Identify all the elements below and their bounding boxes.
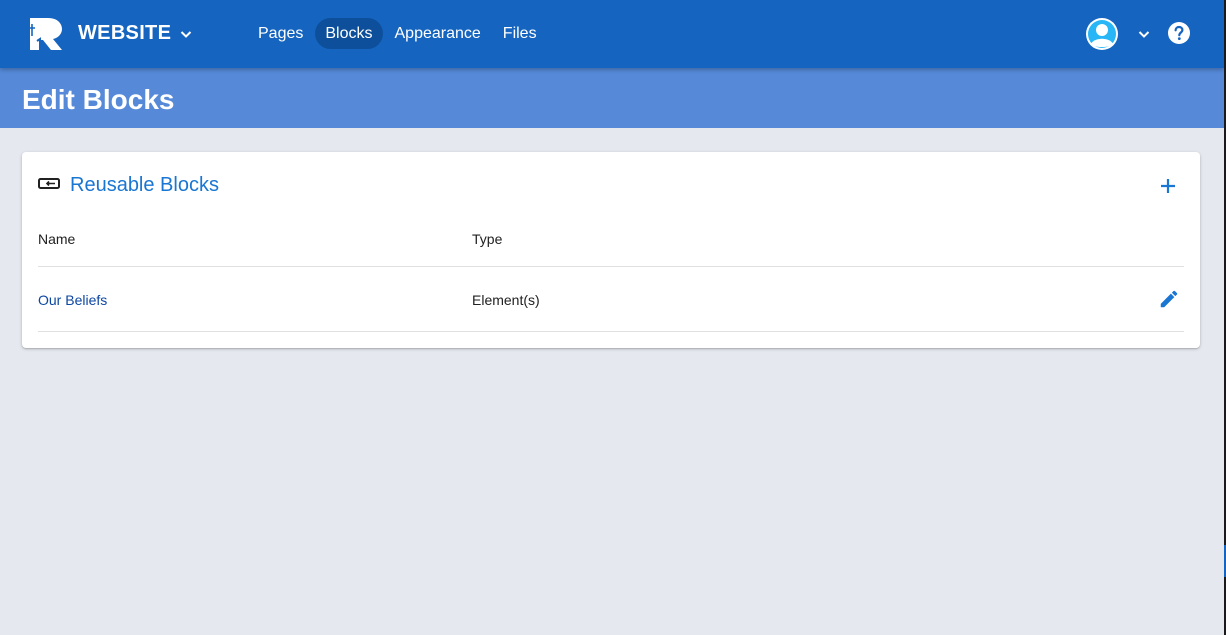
block-icon [38, 178, 60, 189]
divider [38, 266, 1184, 267]
add-icon[interactable] [1156, 174, 1180, 198]
page-header: Edit Blocks [0, 68, 1224, 128]
reusable-blocks-card: Reusable Blocks Name Type Our Beliefs El… [22, 152, 1200, 348]
chevron-down-icon[interactable] [178, 26, 194, 42]
block-name-link[interactable]: Our Beliefs [38, 292, 107, 308]
logo-icon[interactable] [28, 16, 64, 52]
nav-item-blocks[interactable]: Blocks [315, 18, 383, 49]
nav-item-pages[interactable]: Pages [248, 18, 313, 49]
column-header-name[interactable]: Name [38, 231, 75, 247]
card-title: Reusable Blocks [70, 174, 219, 196]
nav-item-files[interactable]: Files [493, 18, 547, 49]
nav-item-appearance[interactable]: Appearance [385, 18, 491, 49]
edit-icon[interactable] [1158, 288, 1180, 310]
page-title: Edit Blocks [22, 84, 175, 115]
divider [38, 331, 1184, 332]
block-type: Element(s) [472, 292, 540, 308]
column-header-type[interactable]: Type [472, 231, 502, 247]
brand-name[interactable]: WEBSITE [78, 22, 171, 45]
main-nav: Pages Blocks Appearance Files [248, 18, 549, 49]
help-icon[interactable] [1168, 22, 1190, 44]
chevron-down-icon[interactable] [1136, 26, 1152, 42]
top-app-bar: WEBSITE Pages Blocks Appearance Files [0, 0, 1224, 68]
avatar-icon[interactable] [1086, 18, 1118, 50]
